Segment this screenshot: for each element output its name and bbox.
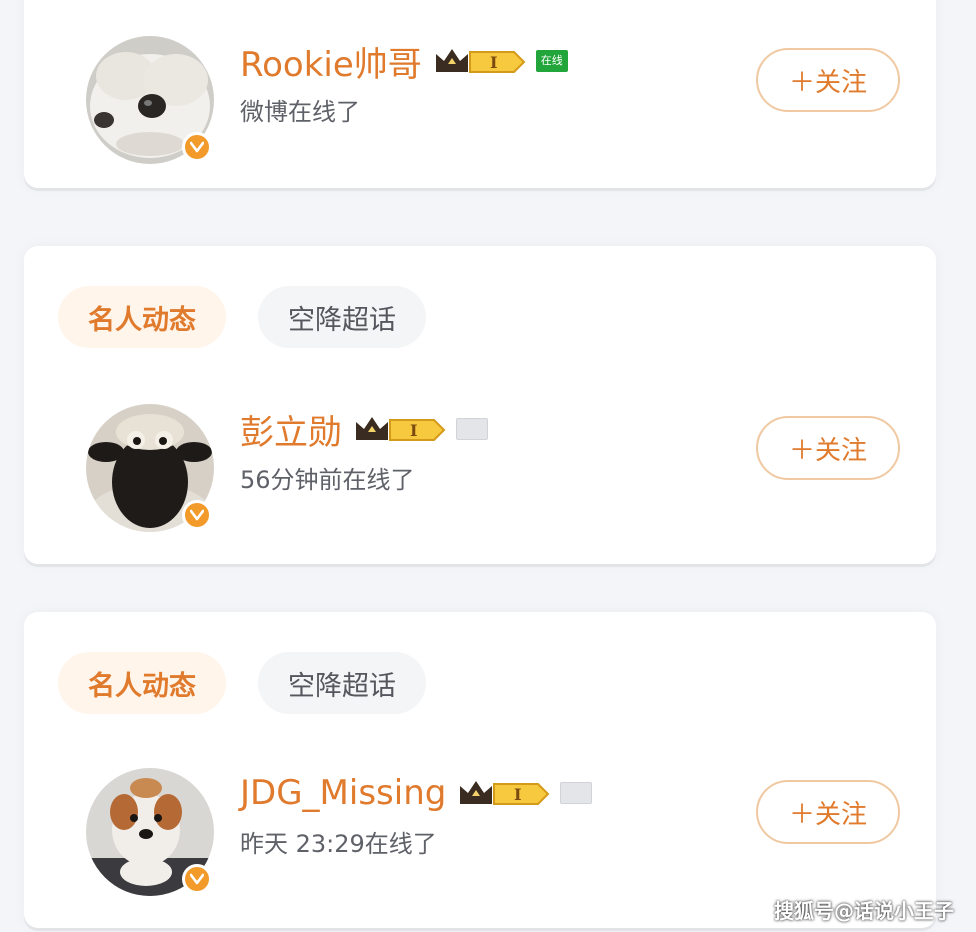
tab-celebrity-updates[interactable]: 名人动态 xyxy=(58,652,226,714)
user-card: Rookie帅哥 I 在线 微博在线了 ＋关注 xyxy=(24,0,936,188)
tab-airdrop-supertopic[interactable]: 空降超话 xyxy=(258,286,426,348)
svg-text:I: I xyxy=(514,785,521,804)
user-row[interactable]: 彭立勋 I 56分钟前在线了 ＋关注 xyxy=(86,404,900,534)
verified-badge-icon xyxy=(182,500,212,530)
verified-badge-icon xyxy=(182,132,212,162)
online-status: 昨天 23:29在线了 xyxy=(240,830,437,858)
user-row[interactable]: JDG_Missing I 昨天 23:29在线了 ＋关注 xyxy=(86,768,900,898)
tab-celebrity-updates[interactable]: 名人动态 xyxy=(58,286,226,348)
user-card: 名人动态 空降超话 JDG_Missing I 昨天 23:29在线了 ＋关注 xyxy=(24,612,936,928)
username[interactable]: 彭立勋 xyxy=(240,405,342,454)
online-tag: 在线 xyxy=(535,50,568,72)
tab-bar: 名人动态 空降超话 xyxy=(58,286,458,348)
name-line: 彭立勋 I xyxy=(240,405,488,454)
svg-text:I: I xyxy=(410,421,417,440)
offline-status-icon xyxy=(456,418,488,440)
username[interactable]: JDG_Missing xyxy=(240,773,446,813)
online-status: 56分钟前在线了 xyxy=(240,466,415,494)
follow-button[interactable]: ＋关注 xyxy=(756,48,900,112)
user-row[interactable]: Rookie帅哥 I 在线 微博在线了 ＋关注 xyxy=(86,36,900,166)
follow-label: ＋关注 xyxy=(788,67,867,98)
username[interactable]: Rookie帅哥 xyxy=(240,37,422,86)
name-line: Rookie帅哥 I 在线 xyxy=(240,37,568,86)
vip-crown-icon: I xyxy=(460,781,550,805)
offline-status-icon xyxy=(560,782,593,804)
tab-bar: 名人动态 空降超话 xyxy=(58,652,458,714)
follow-label: ＋关注 xyxy=(788,799,867,830)
name-line: JDG_Missing I xyxy=(240,770,593,816)
follow-button[interactable]: ＋关注 xyxy=(756,780,900,844)
tab-airdrop-supertopic[interactable]: 空降超话 xyxy=(258,652,426,714)
follow-label: ＋关注 xyxy=(788,435,867,466)
watermark: 搜狐号@话说小王子 xyxy=(774,899,954,923)
vip-crown-icon: I xyxy=(356,417,446,441)
online-status: 微博在线了 xyxy=(240,98,360,126)
svg-text:I: I xyxy=(490,53,497,72)
verified-badge-icon xyxy=(182,864,212,894)
user-card: 名人动态 空降超话 彭立勋 I 56分钟前在线了 ＋关注 xyxy=(24,246,936,564)
follow-button[interactable]: ＋关注 xyxy=(756,416,900,480)
vip-crown-icon: I xyxy=(435,49,526,73)
